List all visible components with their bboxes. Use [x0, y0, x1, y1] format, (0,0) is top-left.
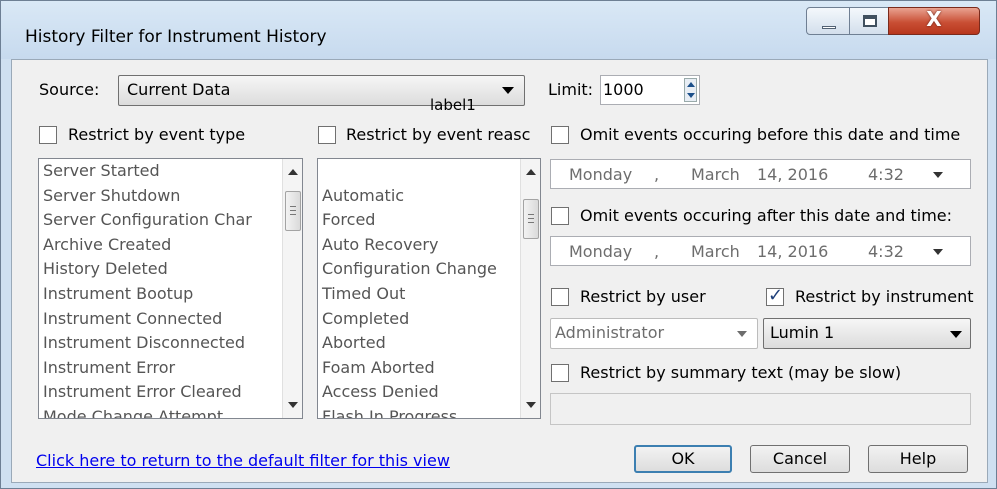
spin-down-icon[interactable] — [687, 93, 695, 98]
omit-after-date-picker[interactable]: Monday , March 14, 2016 4:32 — [550, 236, 971, 266]
list-item[interactable]: Timed Out — [318, 282, 540, 307]
source-value: Current Data — [127, 80, 231, 99]
event-reason-list[interactable]: Automatic Forced Auto Recovery Configuratio… — [317, 158, 541, 419]
list-item[interactable]: Mode Change Attempt — [39, 405, 302, 418]
list-item[interactable]: Access Denied — [318, 380, 540, 405]
list-item[interactable]: Archive Created — [39, 233, 302, 258]
list-item[interactable]: History Deleted — [39, 257, 302, 282]
summary-text-field[interactable] — [550, 393, 971, 425]
scroll-up-icon[interactable] — [288, 169, 298, 175]
date-weekday: Monday — [569, 242, 633, 261]
list-item[interactable]: Server Shutdown — [39, 184, 302, 209]
list-item[interactable]: Instrument Disconnected — [39, 331, 302, 356]
restrict-user-checkbox[interactable] — [551, 288, 569, 306]
scroll-thumb[interactable] — [285, 191, 301, 231]
event-type-checkbox[interactable] — [39, 126, 57, 144]
omit-before-label: Omit events occuring before this date an… — [580, 125, 961, 144]
restrict-summary-label: Restrict by summary text (may be slow) — [580, 363, 902, 382]
chevron-down-icon[interactable] — [933, 172, 943, 178]
source-label: Source: — [39, 80, 100, 99]
window-title: History Filter for Instrument History — [25, 27, 327, 47]
default-filter-link[interactable]: Click here to return to the default filt… — [36, 451, 450, 470]
date-month: March — [691, 242, 740, 261]
instrument-dropdown[interactable]: Lumin 1 — [763, 318, 971, 349]
close-icon: X — [926, 7, 942, 31]
date-weekday: Monday — [569, 165, 633, 184]
list-item[interactable]: Aborted — [318, 331, 540, 356]
maximize-button[interactable] — [849, 7, 889, 35]
chevron-down-icon — [502, 87, 514, 94]
list-item[interactable]: Configuration Change — [318, 257, 540, 282]
ok-button[interactable]: OK — [634, 445, 732, 473]
dialog-client-area: Source: Current Data label1 Limit: 1000 … — [11, 59, 988, 483]
event-reason-checkbox[interactable] — [318, 126, 336, 144]
omit-before-date-picker[interactable]: Monday , March 14, 2016 4:32 — [550, 159, 971, 189]
overlay-label: label1 — [430, 96, 476, 114]
minimize-button[interactable] — [806, 7, 850, 35]
list-item[interactable]: Foam Aborted — [318, 356, 540, 381]
list-item[interactable]: Server Started — [39, 159, 302, 184]
list-item[interactable]: Automatic — [318, 184, 540, 209]
list-item[interactable]: Instrument Error — [39, 356, 302, 381]
list-item[interactable]: Instrument Bootup — [39, 282, 302, 307]
date-month: March — [691, 165, 740, 184]
maximize-icon — [863, 15, 877, 27]
date-sep: , — [654, 242, 660, 261]
omit-after-checkbox[interactable] — [551, 207, 569, 225]
limit-spinner[interactable]: 1000 — [600, 75, 700, 105]
restrict-instrument-checkbox[interactable] — [766, 285, 784, 306]
date-sep: , — [654, 165, 660, 184]
restrict-user-label: Restrict by user — [580, 287, 706, 306]
chevron-down-icon — [737, 331, 747, 337]
chevron-down-icon[interactable] — [933, 249, 943, 255]
list-item[interactable]: Instrument Error Cleared — [39, 380, 302, 405]
list-item[interactable]: Auto Recovery — [318, 233, 540, 258]
limit-value: 1000 — [603, 80, 644, 99]
list-item[interactable] — [318, 159, 540, 184]
date-day-year: 14, 2016 — [757, 165, 829, 184]
chevron-down-icon — [950, 331, 962, 338]
omit-before-checkbox[interactable] — [551, 126, 569, 144]
list-item[interactable]: Flash In Progress — [318, 405, 540, 418]
list-item[interactable]: Completed — [318, 307, 540, 332]
event-reason-scrollbar[interactable] — [520, 159, 540, 418]
event-type-list[interactable]: Server Started Server Shutdown Server Conf… — [38, 158, 303, 419]
spin-up-icon[interactable] — [687, 82, 695, 87]
limit-spin-buttons[interactable] — [684, 78, 697, 102]
user-dropdown[interactable]: Administrator — [550, 318, 758, 349]
limit-label: Limit: — [548, 80, 594, 99]
dialog-window: History Filter for Instrument History X … — [0, 0, 997, 489]
scroll-down-icon[interactable] — [526, 402, 536, 408]
event-type-label: Restrict by event type — [68, 125, 246, 144]
list-item[interactable]: Server Configuration Char — [39, 208, 302, 233]
user-value: Administrator — [555, 323, 665, 342]
date-day-year: 14, 2016 — [757, 242, 829, 261]
event-reason-label: Restrict by event reasc — [346, 125, 531, 144]
restrict-instrument-label: Restrict by instrument — [795, 287, 974, 306]
restrict-summary-checkbox[interactable] — [551, 364, 569, 382]
help-button[interactable]: Help — [868, 445, 968, 473]
minimize-icon — [822, 26, 836, 29]
scroll-down-icon[interactable] — [288, 402, 298, 408]
instrument-value: Lumin 1 — [770, 323, 835, 342]
list-item[interactable]: Forced — [318, 208, 540, 233]
event-type-items: Server Started Server Shutdown Server Conf… — [39, 159, 302, 418]
omit-after-label: Omit events occuring after this date and… — [580, 206, 953, 225]
scroll-thumb[interactable] — [523, 199, 539, 239]
close-button[interactable]: X — [888, 7, 980, 35]
cancel-button[interactable]: Cancel — [750, 445, 850, 473]
list-item[interactable]: Instrument Connected — [39, 307, 302, 332]
title-bar[interactable]: History Filter for Instrument History X — [1, 1, 996, 59]
date-time: 4:32 — [868, 242, 904, 261]
date-time: 4:32 — [868, 165, 904, 184]
scroll-up-icon[interactable] — [526, 169, 536, 175]
event-type-scrollbar[interactable] — [282, 159, 302, 418]
event-reason-items: Automatic Forced Auto Recovery Configuratio… — [318, 159, 540, 418]
